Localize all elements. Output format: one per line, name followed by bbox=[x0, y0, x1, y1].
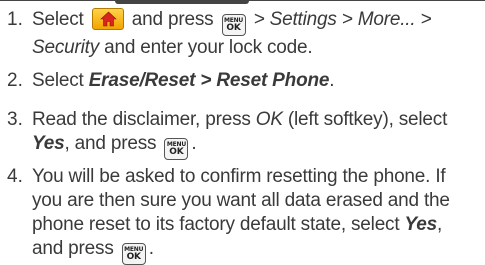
text-segment: and press bbox=[131, 9, 214, 30]
menu-path-more: More... bbox=[357, 9, 416, 30]
text-line: You will be asked to confirm resetting t… bbox=[32, 166, 446, 187]
step-number: 2. bbox=[7, 70, 23, 91]
home-icon bbox=[91, 8, 124, 30]
menu-ok-key-icon: MENU OK bbox=[221, 14, 246, 36]
option-yes: Yes bbox=[32, 133, 65, 154]
key-label-bottom: OK bbox=[226, 23, 241, 33]
step-number: 1. bbox=[7, 9, 23, 30]
menu-ok-key-icon: MENU OK bbox=[164, 138, 189, 160]
softkey-ok-label: OK bbox=[255, 109, 283, 130]
text-segment: , bbox=[437, 214, 443, 235]
text-segment: Read the disclaimer, press bbox=[32, 109, 256, 130]
step-number: 4. bbox=[7, 166, 23, 187]
top-tab-decoration bbox=[115, 0, 249, 4]
menu-path-reset-phone: Reset Phone bbox=[216, 70, 330, 91]
step-number: 3. bbox=[7, 109, 23, 130]
text-segment: > bbox=[253, 9, 270, 30]
text-segment: . bbox=[148, 238, 154, 259]
step-text: Select and press MENU OK > Settings > Mor… bbox=[32, 8, 472, 60]
text-segment: > bbox=[336, 9, 358, 30]
key-label-bottom: OK bbox=[169, 147, 184, 157]
step-text: Read the disclaimer, press OK (left soft… bbox=[32, 108, 472, 160]
text-line: phone reset to its factory default state… bbox=[32, 214, 405, 235]
text-segment: Select bbox=[32, 9, 84, 30]
text-line: you are then sure you want all data eras… bbox=[32, 190, 450, 211]
step-text: You will be asked to confirm resetting t… bbox=[32, 165, 472, 265]
key-label-bottom: OK bbox=[126, 252, 141, 262]
menu-path-settings: Settings bbox=[269, 9, 337, 30]
text-segment: and enter your lock code. bbox=[99, 37, 313, 58]
text-segment: and press bbox=[32, 238, 114, 259]
menu-path-security: Security bbox=[32, 37, 100, 58]
option-yes: Yes bbox=[404, 214, 438, 235]
text-segment: . bbox=[191, 133, 197, 154]
text-segment: , and press bbox=[64, 133, 157, 154]
text-segment: > bbox=[195, 70, 217, 91]
menu-path-erase-reset: Erase/Reset bbox=[88, 70, 196, 91]
step-text: Select Erase/Reset > Reset Phone. bbox=[32, 69, 472, 93]
text-segment: . bbox=[329, 70, 335, 91]
text-segment: (left softkey), select bbox=[282, 109, 448, 130]
text-segment: > bbox=[415, 9, 432, 30]
text-segment: Select bbox=[32, 70, 89, 91]
